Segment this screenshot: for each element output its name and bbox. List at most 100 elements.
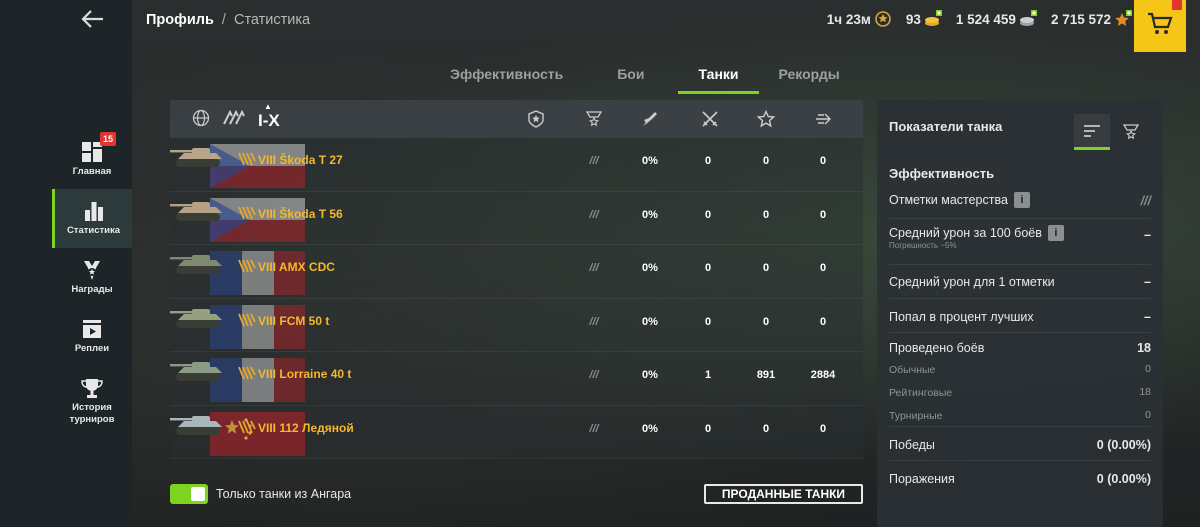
sidebar-item-replays[interactable]: Реплеи — [52, 307, 132, 366]
free-xp-balance[interactable]: 2 715 572 — [1051, 10, 1132, 28]
cell-pct: 0% — [642, 155, 658, 167]
stat-value: – — [1144, 228, 1151, 242]
stat-row: Попал в процент лучших – — [889, 299, 1151, 333]
damage-column-icon[interactable] — [640, 110, 660, 128]
cell-mark: /// — [589, 315, 599, 328]
credits-balance[interactable]: 1 524 459 — [956, 10, 1037, 28]
shop-button[interactable] — [1134, 0, 1186, 52]
sidebar-item-tournaments[interactable]: История турниров — [52, 366, 132, 436]
sidebar-item-stats[interactable]: Статистика — [52, 189, 132, 248]
tier-badge-icon — [238, 312, 256, 328]
toggle-switch[interactable] — [170, 484, 208, 504]
tab-records[interactable]: Рекорды — [759, 56, 860, 94]
cell-mark: /// — [589, 422, 599, 435]
tank-stats-panel: Показатели танка Эффективность Отметки м… — [877, 100, 1163, 527]
cell-c1: 0 — [704, 315, 712, 328]
stat-value: /// — [1140, 194, 1151, 208]
back-arrow-icon[interactable] — [78, 8, 108, 32]
cell-c2: 0 — [762, 155, 770, 167]
stat-row: Победы 0 (0.00%) — [889, 427, 1151, 461]
tier-badge-icon — [238, 151, 256, 167]
sidebar-item-awards[interactable]: Награды — [52, 248, 132, 307]
stat-value: 0 — [1145, 363, 1151, 375]
tab-battles[interactable]: Бои — [583, 56, 678, 94]
table-row[interactable]: VIII Škoda T 27 /// 0% 0 0 0 — [170, 138, 863, 192]
tier-badge-icon — [238, 205, 256, 221]
notification-badge: 15 — [100, 132, 117, 146]
stat-value: 0 (0.00%) — [1096, 472, 1151, 486]
tank-image — [170, 144, 232, 170]
stat-label: Проведено боёв — [889, 341, 985, 355]
stat-label: Средний урон за 100 боёв — [889, 226, 1042, 240]
list-view-icon[interactable] — [1074, 114, 1110, 150]
tanks-table: ▲ I-X VIII Škoda T 27 /// 0% 0 0 0 VIII Škoda … — [170, 100, 863, 459]
stat-value: – — [1144, 275, 1151, 289]
toggle-label: Только танки из Ангара — [216, 487, 352, 501]
cell-pct: 0% — [642, 369, 658, 381]
stats-tabs: Эффективность Бои Танки Рекорды — [430, 56, 860, 94]
marks-column-icon[interactable] — [584, 110, 604, 128]
hangar-only-toggle[interactable]: Только танки из Ангара — [170, 484, 351, 504]
section-title: Эффективность — [889, 166, 995, 181]
trophy-icon — [81, 377, 103, 399]
tier-filter[interactable]: ▲ I-X — [258, 102, 280, 131]
tier-badge-icon — [238, 258, 256, 274]
tank-image — [170, 358, 232, 384]
cell-pct: 0% — [642, 315, 658, 328]
cell-c3: 0 — [819, 155, 827, 167]
stat-row: Отметки мастерства i /// — [889, 185, 1151, 219]
stat-row: Средний урон за 100 боёв i Погрешность ~5… — [889, 219, 1151, 265]
tank-name: VIII Škoda T 27 — [258, 153, 343, 167]
stats-icon — [83, 200, 105, 222]
table-header: ▲ I-X — [170, 100, 863, 138]
currency-bar: 1ч 23м 93 1 524 459 2 715 572 — [827, 10, 1132, 28]
tank-image — [170, 412, 232, 438]
sidebar-item-label: Главная — [72, 166, 112, 177]
credits-icon — [1019, 10, 1037, 28]
cell-c2: 0 — [762, 208, 770, 221]
premium-time-value: 1ч 23м — [826, 11, 871, 27]
cell-c1: 0 — [704, 155, 712, 167]
tab-tanks[interactable]: Танки — [678, 56, 759, 94]
credits-value: 1 524 459 — [955, 11, 1016, 27]
gold-balance[interactable]: 93 — [906, 10, 942, 28]
star-column-icon[interactable] — [756, 110, 776, 128]
tank-name: VIII AMX CDC — [258, 260, 335, 274]
globe-icon[interactable] — [192, 109, 210, 132]
xp-column-icon[interactable] — [813, 110, 833, 128]
cell-c1: 0 — [704, 422, 712, 435]
marks-view-icon[interactable] — [1113, 114, 1149, 150]
tank-image — [170, 251, 232, 277]
swords-column-icon[interactable] — [700, 110, 720, 128]
info-icon[interactable]: i — [1047, 225, 1064, 241]
breadcrumb-root[interactable]: Профиль — [146, 12, 214, 28]
gold-icon — [924, 10, 942, 28]
stat-label: Поражения — [889, 472, 955, 486]
tab-efficiency[interactable]: Эффективность — [430, 56, 583, 94]
table-row[interactable]: VIII AMX CDC /// 0% 0 0 0 — [170, 245, 863, 299]
cell-c1: 0 — [704, 262, 712, 274]
table-row[interactable]: VIII Škoda T 56 /// 0% 0 0 0 — [170, 191, 863, 245]
replay-icon — [81, 318, 103, 340]
stat-subrow: Турнирные 0 — [889, 402, 1151, 427]
tier-badge-icon — [238, 419, 256, 435]
stat-label: Попал в процент лучших — [889, 310, 1034, 324]
tank-name: VIII Škoda T 56 — [258, 206, 343, 221]
sold-tanks-button[interactable]: ПРОДАННЫЕ ТАНКИ — [704, 484, 863, 504]
stat-row: Проведено боёв 18 — [889, 333, 1151, 356]
stat-label: Победы — [889, 438, 935, 452]
premium-time[interactable]: 1ч 23м — [827, 10, 892, 28]
table-row[interactable]: VIII Lorraine 40 t /// 0% 1 891 2884 — [170, 352, 863, 406]
free-xp-icon — [1114, 10, 1132, 28]
sidebar-item-home[interactable]: 15 Главная — [52, 130, 132, 189]
toggle-knob — [191, 487, 205, 501]
table-row[interactable]: VIII FCM 50 t /// 0% 0 0 0 — [170, 298, 863, 352]
mastery-column-icon[interactable] — [526, 110, 546, 128]
table-row[interactable]: VIII 112 Ледяной /// 0% 0 0 0 — [170, 405, 863, 459]
free-xp-value: 2 715 572 — [1050, 11, 1111, 27]
info-icon[interactable]: i — [1013, 192, 1030, 208]
cell-c1: 0 — [704, 208, 712, 221]
tank-name: VIII FCM 50 t — [258, 313, 330, 328]
stat-subrow: Обычные 0 — [889, 356, 1151, 379]
tank-type-icon[interactable] — [222, 109, 246, 131]
